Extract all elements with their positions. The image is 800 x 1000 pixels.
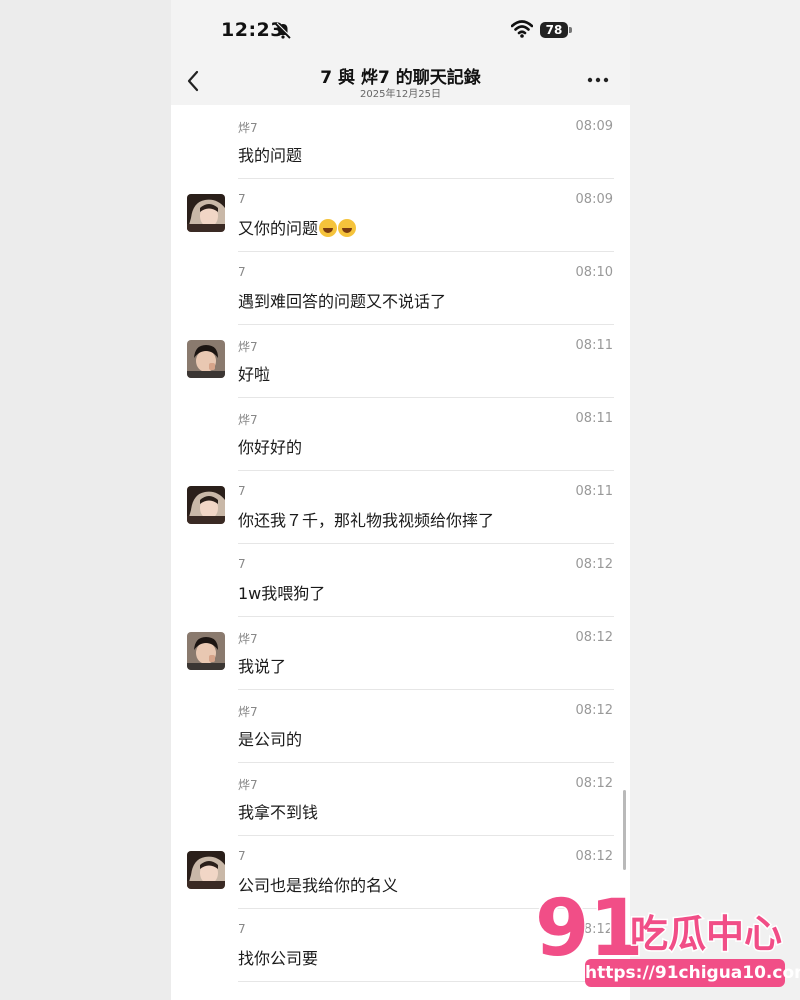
message-text: 1w我喂狗了 <box>238 580 325 604</box>
message-text-content: 你好好的 <box>238 438 303 457</box>
message-row[interactable]: 烨7 08:12 我说了 <box>171 617 630 690</box>
message-text: 你好好的 <box>238 434 302 458</box>
laughing-emoji-icon <box>338 219 357 237</box>
message-text: 遇到难回答的问题又不说话了 <box>238 288 446 312</box>
message-row[interactable]: 烨7 08:11 好啦 <box>171 325 630 398</box>
more-options-icon[interactable] <box>583 71 613 89</box>
message-time: 08:11 <box>575 411 613 426</box>
message-sender: 7 <box>238 484 246 498</box>
message-text-content: 遇到难回答的问题又不说话了 <box>238 292 447 311</box>
message-sender: 烨7 <box>238 413 258 427</box>
message-text-content: 我说了 <box>238 657 287 676</box>
message-text-content: 好啦 <box>238 365 271 384</box>
message-time: 08:12 <box>575 776 613 791</box>
message-text-content: 公司也是我给你的名义 <box>238 876 399 895</box>
message-time: 08:11 <box>575 338 613 353</box>
message-text-content: 1w我喂狗了 <box>238 584 326 603</box>
message-text-content: 你还我７千，那礼物我视频给你摔了 <box>238 511 495 530</box>
message-sender: 7 <box>238 265 246 279</box>
message-text-content: 我的问题 <box>238 146 303 165</box>
message-sender: 7 <box>238 849 246 863</box>
avatar[interactable] <box>187 340 225 378</box>
message-time: 08:12 <box>575 922 613 937</box>
bell-muted-icon <box>275 22 292 39</box>
message-sender: 烨7 <box>238 121 258 135</box>
message-sender: 7 <box>238 922 246 936</box>
avatar[interactable] <box>187 851 225 889</box>
message-row[interactable]: 7 08:12 公司也是我给你的名义 <box>171 836 630 909</box>
message-text-content: 是公司的 <box>238 730 303 749</box>
message-text: 你还我７千，那礼物我视频给你摔了 <box>238 507 494 531</box>
message-sender: 7 <box>238 192 246 206</box>
background-left <box>0 0 171 1000</box>
message-sender: 烨7 <box>238 632 258 646</box>
message-text-content: 找你公司要 <box>238 949 319 968</box>
message-row[interactable]: 烨7 08:09 我的问题 <box>171 106 630 179</box>
message-text: 我的问题 <box>238 142 302 166</box>
message-time: 08:09 <box>575 192 613 207</box>
message-sender: 烨7 <box>238 340 258 354</box>
message-time: 08:10 <box>575 265 613 280</box>
avatar[interactable] <box>187 194 225 232</box>
message-text-content: 又你的问题 <box>238 219 319 238</box>
message-time: 08:12 <box>575 630 613 645</box>
background-right <box>630 0 800 1000</box>
message-text: 找你公司要 <box>238 945 318 969</box>
divider <box>238 981 614 982</box>
avatar[interactable] <box>187 486 225 524</box>
message-row[interactable]: 烨7 08:12 是公司的 <box>171 690 630 763</box>
message-text: 公司也是我给你的名义 <box>238 872 398 896</box>
message-text: 是公司的 <box>238 726 302 750</box>
battery-indicator: 78 <box>540 22 568 38</box>
message-row[interactable]: 7 08:10 遇到难回答的问题又不说话了 <box>171 252 630 325</box>
message-row[interactable]: 7 08:12 1w我喂狗了 <box>171 544 630 617</box>
message-list: 烨7 08:09 我的问题 7 08:09 又你的问题 7 08:10 遇到难回答的问题又不说话… <box>171 106 630 982</box>
message-row[interactable]: 7 08:11 你还我７千，那礼物我视频给你摔了 <box>171 471 630 544</box>
message-text: 我拿不到钱 <box>238 799 318 823</box>
message-time: 08:09 <box>575 119 613 134</box>
message-time: 08:12 <box>575 703 613 718</box>
message-sender: 烨7 <box>238 705 258 719</box>
watermark-url: https://91chigua10.com <box>585 959 800 987</box>
message-row[interactable]: 烨7 08:11 你好好的 <box>171 398 630 471</box>
message-row[interactable]: 7 08:09 又你的问题 <box>171 179 630 252</box>
message-time: 08:12 <box>575 849 613 864</box>
message-text: 我说了 <box>238 653 286 677</box>
message-text: 好啦 <box>238 361 270 385</box>
message-time: 08:12 <box>575 557 613 572</box>
message-sender: 烨7 <box>238 778 258 792</box>
wifi-icon <box>511 20 533 38</box>
status-bar: 12:23 78 <box>171 0 630 60</box>
phone-screen: 12:23 78 7 與 烨7 的聊天記錄 2025年12月25日 烨7 08:0… <box>171 0 630 1000</box>
message-sender: 7 <box>238 557 246 571</box>
battery-cap <box>569 27 572 33</box>
avatar[interactable] <box>187 632 225 670</box>
message-text-content: 我拿不到钱 <box>238 803 319 822</box>
message-time: 08:11 <box>575 484 613 499</box>
nav-bar: 7 與 烨7 的聊天記錄 2025年12月25日 <box>171 60 630 105</box>
laughing-emoji-icon <box>319 219 338 237</box>
scrollbar[interactable] <box>623 790 626 870</box>
message-row[interactable]: 烨7 08:12 我拿不到钱 <box>171 763 630 836</box>
message-text: 又你的问题 <box>238 215 357 239</box>
message-row[interactable]: 7 08:12 找你公司要 <box>171 909 630 982</box>
page-subtitle-date: 2025年12月25日 <box>360 89 441 100</box>
